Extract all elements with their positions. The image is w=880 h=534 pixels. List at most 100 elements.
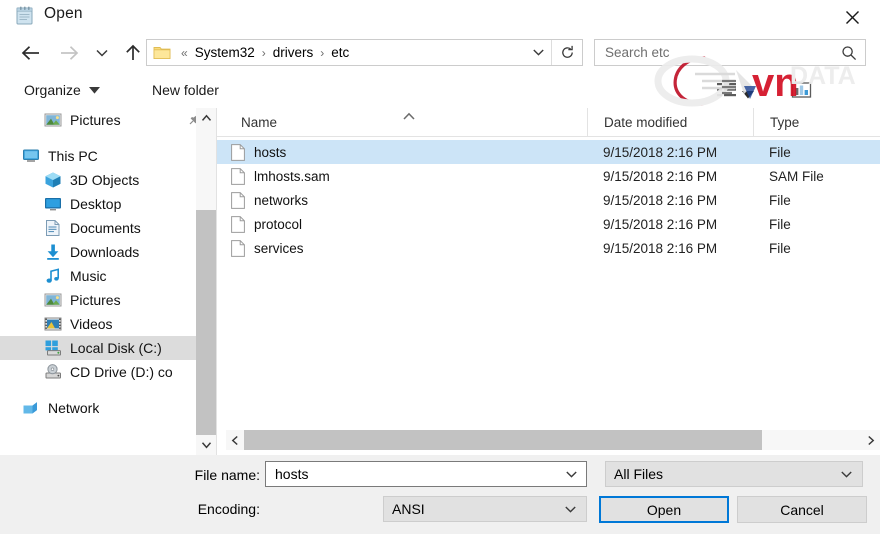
tree-item-videos[interactable]: Videos — [0, 312, 216, 336]
tree-item-documents[interactable]: Documents — [0, 216, 216, 240]
file-list: Name Date modified Type hosts 9/15/2018 2… — [217, 108, 880, 455]
file-row-networks[interactable]: networks 9/15/2018 2:16 PM File — [217, 188, 880, 212]
file-name-cell: hosts — [217, 143, 587, 161]
address-dropdown-button[interactable] — [525, 40, 551, 65]
navpane-scrollbar[interactable] — [196, 108, 216, 455]
tree-item-label: Pictures — [70, 112, 121, 128]
navpane-scroll-track[interactable] — [196, 128, 216, 440]
tree-item-this-pc[interactable]: This PC — [0, 144, 216, 168]
network-icon — [22, 399, 40, 417]
chevron-right-icon — [868, 435, 875, 445]
3dobjects-icon — [44, 171, 62, 189]
tree-item-cd-drive-d-co[interactable]: CD Drive (D:) co — [0, 360, 216, 384]
forward-button[interactable] — [56, 40, 82, 66]
file-name-text: hosts — [254, 144, 287, 160]
change-view-icon[interactable] — [790, 79, 814, 101]
file-icon — [231, 191, 245, 209]
tree-item-label: Music — [70, 268, 107, 284]
breadcrumb-item-etc[interactable]: etc — [328, 45, 352, 60]
cancel-button[interactable]: Cancel — [737, 496, 867, 523]
tree-item-label: Pictures — [70, 292, 121, 308]
file-row-lmhosts-sam[interactable]: lmhosts.sam 9/15/2018 2:16 PM SAM File — [217, 164, 880, 188]
file-date-cell: 9/15/2018 2:16 PM — [603, 168, 718, 184]
tree-item-local-disk-c[interactable]: Local Disk (C:) — [0, 336, 216, 360]
file-row-hosts[interactable]: hosts 9/15/2018 2:16 PM File — [217, 140, 880, 164]
file-list-horizontal-scrollbar[interactable] — [226, 430, 880, 450]
breadcrumb-separator[interactable]: › — [258, 46, 270, 60]
view-dropdown-caret-icon[interactable] — [742, 86, 754, 99]
search-box[interactable] — [594, 39, 866, 66]
refresh-button[interactable] — [551, 40, 582, 65]
column-header-date-modified[interactable]: Date modified — [587, 108, 753, 136]
up-button[interactable] — [120, 40, 146, 66]
videos-icon — [44, 315, 62, 333]
file-name-cell: networks — [217, 191, 587, 209]
organize-button[interactable]: Organize — [24, 72, 100, 108]
view-list-icon[interactable] — [716, 80, 738, 100]
tree-item-3d-objects[interactable]: 3D Objects — [0, 168, 216, 192]
new-folder-button[interactable]: New folder — [152, 72, 219, 108]
tree-item-music[interactable]: Music — [0, 264, 216, 288]
tree-item-label: Documents — [70, 220, 141, 236]
open-file-dialog: Open « System32 › drivers › etc Search e… — [0, 0, 880, 534]
recent-locations-button[interactable] — [92, 40, 112, 66]
close-icon — [845, 10, 859, 24]
up-arrow-icon — [126, 44, 140, 60]
back-button[interactable] — [18, 40, 44, 66]
tree-item-desktop[interactable]: Desktop — [0, 192, 216, 216]
chevron-down-icon[interactable] — [565, 470, 578, 479]
chevron-down-icon[interactable] — [840, 470, 853, 479]
hscroll-right-button[interactable] — [862, 430, 880, 450]
breadcrumb-separator[interactable]: › — [316, 46, 328, 60]
pictures-icon — [44, 111, 62, 129]
file-name-input[interactable] — [273, 463, 557, 485]
navpane-scroll-down-button[interactable] — [196, 435, 216, 455]
hscroll-thumb[interactable] — [244, 430, 762, 450]
back-arrow-icon — [21, 46, 39, 60]
tree-item-downloads[interactable]: Downloads — [0, 240, 216, 264]
column-header-type-label: Type — [770, 114, 800, 130]
file-icon — [231, 167, 245, 185]
file-date-cell: 9/15/2018 2:16 PM — [603, 144, 718, 160]
search-icon[interactable] — [841, 45, 857, 61]
hscroll-left-button[interactable] — [226, 430, 244, 450]
navigation-bar: « System32 › drivers › etc — [0, 34, 880, 72]
breadcrumb-item-drivers[interactable]: drivers — [270, 45, 317, 60]
navpane-scroll-up-button[interactable] — [196, 108, 216, 128]
tree-item-network[interactable]: Network — [0, 396, 216, 420]
encoding-combobox[interactable]: ANSI — [383, 496, 587, 522]
chevron-down-icon — [532, 49, 544, 56]
file-name-text: lmhosts.sam — [254, 168, 330, 184]
window-title: Open — [44, 5, 83, 22]
file-name-cell: protocol — [217, 215, 587, 233]
column-header-name[interactable]: Name — [217, 108, 587, 136]
chevron-down-icon[interactable] — [564, 505, 577, 514]
navpane-scroll-thumb[interactable] — [196, 210, 216, 440]
file-name-combobox[interactable] — [265, 461, 587, 487]
harddrive-icon — [44, 339, 62, 357]
file-row-services[interactable]: services 9/15/2018 2:16 PM File — [217, 236, 880, 260]
documents-icon — [44, 219, 62, 237]
open-button-label: Open — [646, 501, 682, 518]
breadcrumb-item-system32[interactable]: System32 — [192, 45, 258, 60]
file-row-protocol[interactable]: protocol 9/15/2018 2:16 PM File — [217, 212, 880, 236]
address-bar[interactable]: « System32 › drivers › etc — [146, 39, 583, 66]
command-bar: Organize New folder — [0, 72, 880, 171]
encoding-label: Encoding: — [197, 501, 260, 517]
open-button[interactable]: Open — [599, 496, 729, 523]
new-folder-label: New folder — [152, 82, 219, 98]
breadcrumb: « System32 › drivers › etc — [177, 45, 525, 60]
tree-item-pictures[interactable]: Pictures — [0, 108, 216, 132]
encoding-value: ANSI — [392, 501, 425, 517]
search-input[interactable] — [603, 40, 822, 65]
tree-item-pictures[interactable]: Pictures — [0, 288, 216, 312]
file-type-filter-combobox[interactable]: All Files — [605, 461, 863, 487]
cancel-button-label: Cancel — [780, 501, 824, 518]
refresh-icon — [561, 45, 573, 58]
breadcrumb-overflow[interactable]: « — [177, 46, 192, 60]
chevron-down-icon — [201, 442, 211, 449]
close-button[interactable] — [824, 0, 880, 34]
column-header-type[interactable]: Type — [753, 108, 880, 136]
file-icon — [231, 239, 245, 257]
